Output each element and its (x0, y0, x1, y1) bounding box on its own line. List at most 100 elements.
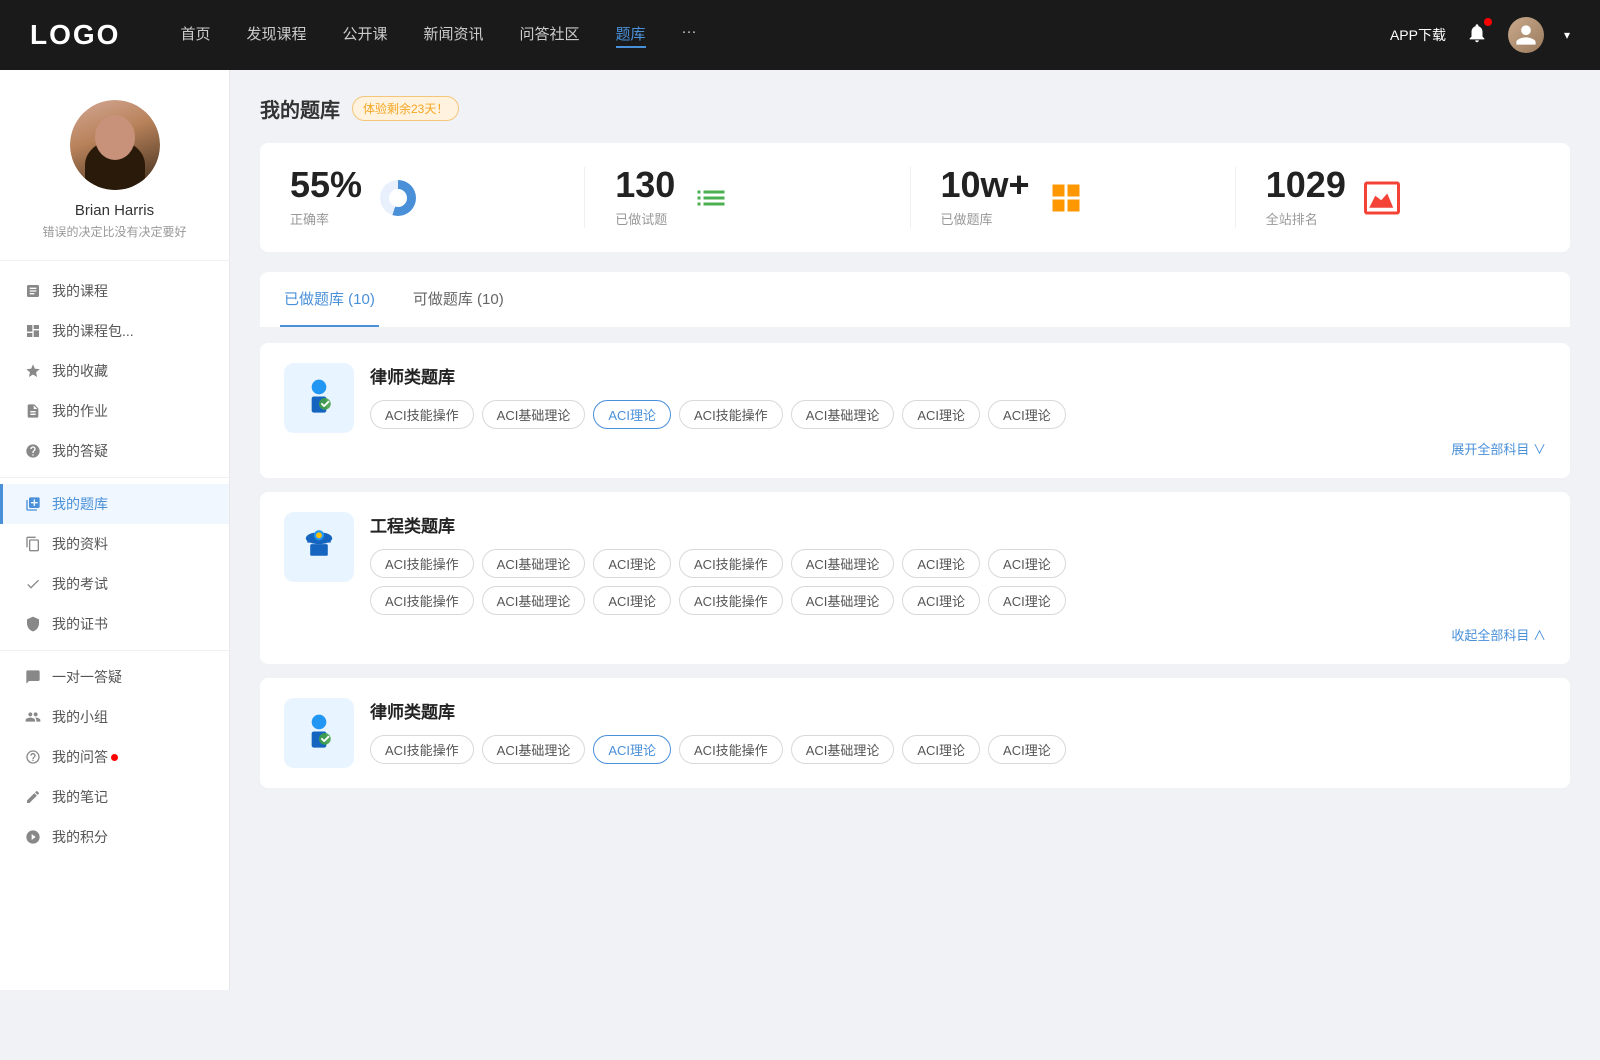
qbank-engineer: 工程类题库 ACI技能操作 ACI基础理论 ACI理论 ACI技能操作 ACI基… (260, 492, 1570, 664)
tab-done-banks[interactable]: 已做题库 (10) (280, 272, 379, 327)
expand-link-2[interactable]: 收起全部科目 ∧ (370, 625, 1546, 644)
tabs-bar: 已做题库 (10) 可做题库 (10) (260, 272, 1570, 327)
qbank-lawyer-1-title: 律师类题库 (370, 363, 1546, 388)
nav-home[interactable]: 首页 (180, 23, 210, 48)
sidebar-item-my-qa[interactable]: 我的答疑 (0, 431, 229, 471)
tag-item[interactable]: ACI技能操作 (679, 400, 783, 429)
page-layout: Brian Harris 错误的决定比没有决定要好 我的课程 我的课程包... (0, 70, 1600, 990)
nav-open[interactable]: 公开课 (342, 23, 387, 48)
sidebar-item-my-questions[interactable]: 我的问答 (0, 737, 229, 777)
stat-banks-value: 10w+ (941, 167, 1030, 203)
sidebar-item-my-cert[interactable]: 我的证书 (0, 604, 229, 644)
note-icon (24, 788, 42, 806)
tag-item[interactable]: ACI基础理论 (791, 735, 895, 764)
stat-rank-text: 1029 全站排名 (1266, 167, 1346, 228)
qbank-lawyer-1-header: 律师类题库 ACI技能操作 ACI基础理论 ACI理论 ACI技能操作 ACI基… (284, 363, 1546, 458)
question-icon (24, 748, 42, 766)
tag-item[interactable]: ACI技能操作 (370, 735, 474, 764)
tag-item[interactable]: ACI理论 (902, 586, 980, 615)
nav-courses[interactable]: 发现课程 (246, 23, 306, 48)
qbank-engineer-header: 工程类题库 ACI技能操作 ACI基础理论 ACI理论 ACI技能操作 ACI基… (284, 512, 1546, 644)
tag-item[interactable]: ACI理论 (988, 400, 1066, 429)
accuracy-icon (378, 178, 418, 218)
main-content: 我的题库 体验剩余23天！ 55% 正确率 130 已做试题 (230, 70, 1600, 990)
sidebar-item-my-notes[interactable]: 我的笔记 (0, 777, 229, 817)
stats-row: 55% 正确率 130 已做试题 10w+ 已做题库 (260, 143, 1570, 252)
tag-item[interactable]: ACI理论 (988, 586, 1066, 615)
user-avatar-nav[interactable] (1508, 17, 1544, 53)
qbank-lawyer-1: 律师类题库 ACI技能操作 ACI基础理论 ACI理论 ACI技能操作 ACI基… (260, 343, 1570, 478)
trial-badge: 体验剩余23天！ (352, 96, 459, 121)
nav-news[interactable]: 新闻资讯 (424, 23, 484, 48)
user-name: Brian Harris (75, 202, 154, 219)
tag-item[interactable]: ACI理论 (902, 400, 980, 429)
sidebar-item-my-group[interactable]: 我的小组 (0, 697, 229, 737)
user-avatar (70, 100, 160, 190)
stat-done-text: 130 已做试题 (615, 167, 675, 228)
tag-item[interactable]: ACI基础理论 (791, 586, 895, 615)
qbank-engineer-info: 工程类题库 ACI技能操作 ACI基础理论 ACI理论 ACI技能操作 ACI基… (370, 512, 1546, 644)
lawyer-icon-2 (297, 711, 341, 755)
sidebar-item-course-package[interactable]: 我的课程包... (0, 311, 229, 351)
user-menu-chevron[interactable]: ▾ (1564, 28, 1570, 42)
divider-2 (0, 650, 229, 651)
nav-bank[interactable]: 题库 (616, 23, 646, 48)
cert-icon (24, 615, 42, 633)
tag-item[interactable]: ACI理论 (902, 549, 980, 578)
sidebar-item-homework[interactable]: 我的作业 (0, 391, 229, 431)
sidebar-item-favorites[interactable]: 我的收藏 (0, 351, 229, 391)
tag-item[interactable]: ACI基础理论 (482, 586, 586, 615)
qbank-lawyer-1-info: 律师类题库 ACI技能操作 ACI基础理论 ACI理论 ACI技能操作 ACI基… (370, 363, 1546, 458)
tag-item[interactable]: ACI技能操作 (370, 400, 474, 429)
expand-link-1[interactable]: 展开全部科目 ∨ (370, 439, 1546, 458)
tag-item[interactable]: ACI理论 (593, 586, 671, 615)
engineer-icon (297, 525, 341, 569)
sidebar-item-my-course[interactable]: 我的课程 (0, 271, 229, 311)
tag-item[interactable]: ACI基础理论 (482, 549, 586, 578)
question-badge (111, 754, 118, 761)
nav-more[interactable]: ··· (682, 23, 697, 48)
sidebar-item-my-data[interactable]: 我的资料 (0, 524, 229, 564)
app-download-button[interactable]: APP下载 (1390, 25, 1446, 45)
sidebar-item-my-exam[interactable]: 我的考试 (0, 564, 229, 604)
bank-icon (24, 495, 42, 513)
notification-bell[interactable] (1466, 22, 1488, 49)
stat-accuracy-value: 55% (290, 167, 362, 203)
qbank-lawyer-2-info: 律师类题库 ACI技能操作 ACI基础理论 ACI理论 ACI技能操作 ACI基… (370, 698, 1546, 764)
navbar-right: APP下载 ▾ (1390, 17, 1570, 53)
qbank-engineer-tags-row1: ACI技能操作 ACI基础理论 ACI理论 ACI技能操作 ACI基础理论 AC… (370, 549, 1546, 578)
stat-done-value: 130 (615, 167, 675, 203)
list-stat-icon (691, 178, 731, 218)
tag-item[interactable]: ACI技能操作 (370, 549, 474, 578)
sidebar-item-one-on-one[interactable]: 一对一答疑 (0, 657, 229, 697)
group-icon (24, 708, 42, 726)
qbank-engineer-title: 工程类题库 (370, 512, 1546, 537)
tag-item[interactable]: ACI基础理论 (482, 400, 586, 429)
sidebar-item-my-bank[interactable]: 我的题库 (0, 484, 229, 524)
tag-item[interactable]: ACI理论 (902, 735, 980, 764)
tag-item[interactable]: ACI技能操作 (679, 549, 783, 578)
tag-item-active[interactable]: ACI理论 (593, 400, 671, 429)
qbank-lawyer-2: 律师类题库 ACI技能操作 ACI基础理论 ACI理论 ACI技能操作 ACI基… (260, 678, 1570, 788)
stat-done-questions: 130 已做试题 (585, 167, 910, 228)
tag-item[interactable]: ACI技能操作 (679, 586, 783, 615)
tag-item[interactable]: ACI技能操作 (370, 586, 474, 615)
tag-item[interactable]: ACI基础理论 (791, 549, 895, 578)
tag-item[interactable]: ACI技能操作 (679, 735, 783, 764)
tag-item[interactable]: ACI理论 (593, 549, 671, 578)
qbank-lawyer-2-icon (284, 698, 354, 768)
divider-1 (0, 477, 229, 478)
page-title: 我的题库 (260, 94, 340, 123)
tag-item[interactable]: ACI基础理论 (791, 400, 895, 429)
tag-item[interactable]: ACI理论 (988, 549, 1066, 578)
tag-item-active[interactable]: ACI理论 (593, 735, 671, 764)
lawyer-icon (297, 376, 341, 420)
sidebar-item-my-points[interactable]: 我的积分 (0, 817, 229, 857)
qbank-engineer-icon (284, 512, 354, 582)
tag-item[interactable]: ACI理论 (988, 735, 1066, 764)
file-icon (24, 535, 42, 553)
stat-rank-value: 1029 (1266, 167, 1346, 203)
tag-item[interactable]: ACI基础理论 (482, 735, 586, 764)
nav-qa[interactable]: 问答社区 (520, 23, 580, 48)
tab-available-banks[interactable]: 可做题库 (10) (409, 272, 508, 327)
